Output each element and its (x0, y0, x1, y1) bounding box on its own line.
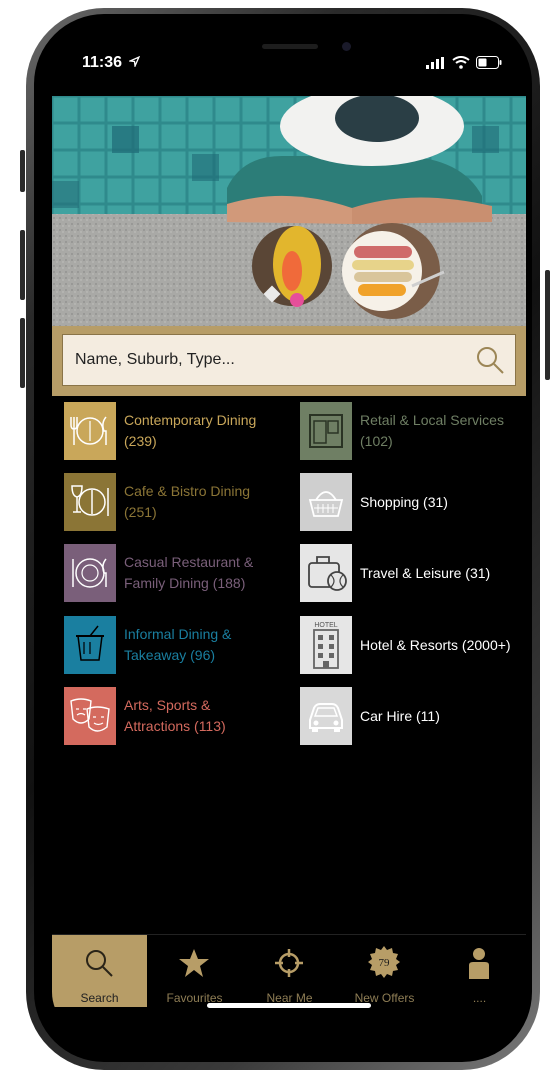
category-arts-sports[interactable]: Arts, Sports & Attractions (113) (64, 687, 226, 745)
category-car-hire[interactable]: Car Hire (11) (300, 687, 440, 745)
theatre-masks-icon (64, 687, 116, 745)
signal-icon (426, 56, 444, 69)
home-indicator[interactable] (207, 1003, 371, 1008)
search-icon (86, 950, 113, 977)
category-label: Hotel & Resorts (2000+) (360, 636, 511, 653)
category-label: Shopping (31) (360, 493, 448, 510)
plate-cutlery-icon (64, 544, 116, 602)
crosshair-icon (275, 949, 303, 977)
person-icon (469, 948, 489, 979)
offers-count: 79 (379, 957, 391, 969)
wifi-icon (452, 56, 470, 69)
category-informal-dining[interactable]: Informal Dining & Takeaway (96) (64, 616, 231, 674)
tab-more[interactable]: .... (432, 935, 526, 1007)
status-icons (426, 56, 502, 69)
category-travel-leisure[interactable]: Travel & Leisure (31) (300, 544, 490, 602)
hero-image (52, 96, 526, 326)
hotel-sign-text: HOTEL (314, 622, 337, 629)
tab-bar: Search Favourites Near Me 79 New Offers … (52, 934, 526, 1009)
shopfront-icon (300, 402, 352, 460)
tab-favourites[interactable]: Favourites (147, 935, 242, 1007)
search-bar: Name, Suburb, Type... (52, 326, 526, 396)
category-label: Travel & Leisure (31) (360, 564, 491, 581)
wine-cutlery-icon (64, 473, 116, 531)
category-label: Casual Restaurant & Family Dining (188) (124, 554, 254, 591)
car-icon (300, 687, 352, 745)
speaker (262, 44, 318, 49)
screen: 11:36 Name, Suburb, Type... Contemporary… (52, 30, 526, 1036)
shopping-basket-icon (300, 473, 352, 531)
category-label: Car Hire (11) (360, 707, 440, 724)
category-label: Cafe & Bistro Dining (251) (124, 483, 251, 520)
category-label: Informal Dining & Takeaway (96) (124, 626, 232, 663)
search-icon[interactable] (475, 345, 505, 375)
mute-switch (20, 150, 25, 192)
category-cafe-bistro[interactable]: Cafe & Bistro Dining (251) (64, 473, 250, 531)
volume-down-button (20, 318, 25, 388)
category-hotel-resorts[interactable]: HOTEL Hotel & Resorts (2000+) (300, 616, 511, 674)
category-contemporary-dining[interactable]: Contemporary Dining (239) (64, 402, 256, 460)
category-label: Retail & Local Services (102) (360, 412, 504, 449)
takeaway-cup-icon (64, 616, 116, 674)
badge-icon: 79 (368, 946, 400, 978)
category-casual-restaurant[interactable]: Casual Restaurant & Family Dining (188) (64, 544, 253, 602)
category-label: Arts, Sports & Attractions (113) (124, 697, 226, 734)
star-icon (179, 949, 209, 977)
location-arrow-icon (127, 55, 140, 69)
category-shopping[interactable]: Shopping (31) (300, 473, 448, 531)
volume-up-button (20, 230, 25, 300)
tab-search[interactable]: Search (52, 935, 147, 1007)
hotel-icon: HOTEL (300, 616, 352, 674)
tab-near-me[interactable]: Near Me (242, 935, 337, 1007)
tab-label: Search (80, 991, 119, 1005)
battery-icon (476, 56, 502, 69)
dining-icon (64, 402, 116, 460)
power-button (545, 270, 550, 380)
front-camera (342, 42, 351, 51)
tab-label: .... (472, 991, 487, 1005)
suitcase-ball-icon (300, 544, 352, 602)
search-input[interactable]: Name, Suburb, Type... (62, 334, 516, 386)
status-time: 11:36 (82, 54, 140, 72)
category-label: Contemporary Dining (239) (124, 412, 257, 449)
category-retail-services[interactable]: Retail & Local Services (102) (300, 402, 504, 460)
tab-new-offers[interactable]: 79 New Offers (337, 935, 432, 1007)
search-placeholder: Name, Suburb, Type... (75, 351, 235, 368)
